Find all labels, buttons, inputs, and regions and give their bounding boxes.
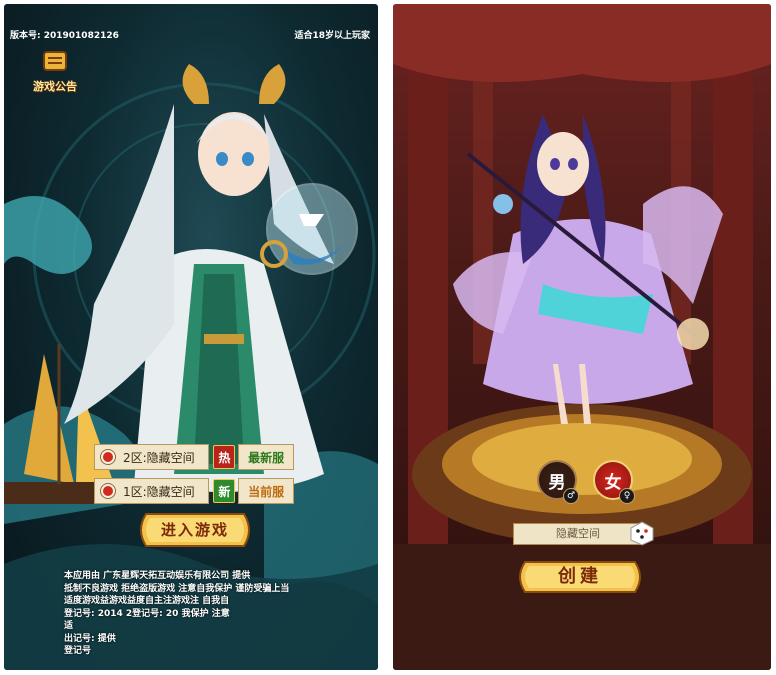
male-label: 男 [548,472,566,493]
disclaimer-line: 抵制不良游戏 拒绝盗版游戏 注意自我保护 谨防受骗上当 [64,583,290,594]
female-gender-button[interactable]: 女 ♀ [593,460,635,504]
enter-game-label: 进入游戏 [160,521,229,539]
random-name-button[interactable] [629,520,655,546]
age-rating-label: 适合18岁以上玩家 [294,31,370,41]
server-name: 1区:隐藏空间 [123,484,195,499]
disclaimer-line: 登记号 [64,646,92,656]
server-row-current[interactable]: 1区:隐藏空间 新 当前服 [94,478,294,504]
male-gender-button[interactable]: 男 ♂ [537,460,579,504]
disclaimer-line: 适度游戏益游戏益度自主注游戏注 自我自 [64,596,230,606]
male-symbol-icon: ♂ [563,488,579,504]
login-screen: 版本号: 201901082126 适合18岁以上玩家 游戏公告 2区:隐藏空间… [4,4,378,670]
disclaimer-line: 适 [64,621,74,631]
legal-disclaimer: 本应用由 广东星辉天拓互动娱乐有限公司 提供 抵制不良游戏 拒绝盗版游戏 注意自… [64,570,334,658]
new-badge: 新 [213,479,236,503]
enter-game-button[interactable]: 进入游戏 [136,512,254,548]
version-label: 版本号: 201901082126 [10,31,119,41]
disclaimer-line: 出记号: 提供 [64,633,116,644]
server-name: 2区:隐藏空间 [123,450,195,465]
server-status-label: 当前服 [238,478,294,504]
disclaimer-line: 登记号: 2014 2登记号: 20 我保护 注意 [64,608,230,619]
server-status-dot [101,450,115,464]
scroll-banner-icon [43,51,67,71]
server-status-label: 最新服 [238,444,294,470]
create-character-button[interactable]: 创建 [515,560,645,594]
server-selector[interactable]: 1区:隐藏空间 [94,478,210,504]
female-symbol-icon: ♀ [619,488,635,504]
dice-icon [630,521,654,546]
female-label: 女 [604,472,622,493]
character-creation-screen: 男 ♂ 女 ♀ 隐藏空间 创建 [393,4,771,670]
character-name-input[interactable]: 隐藏空间 [513,523,643,545]
server-row-latest[interactable]: 2区:隐藏空间 热 最新服 [94,444,294,470]
hot-badge: 热 [213,445,236,469]
game-notice-button[interactable]: 游戏公告 [26,48,84,96]
disclaimer-line: 本应用由 广东星辉天拓互动娱乐有限公司 提供 [64,571,251,581]
server-selector[interactable]: 2区:隐藏空间 [94,444,210,470]
game-notice-label: 游戏公告 [33,80,77,93]
create-character-label: 创建 [558,566,602,587]
server-status-dot [101,484,115,498]
